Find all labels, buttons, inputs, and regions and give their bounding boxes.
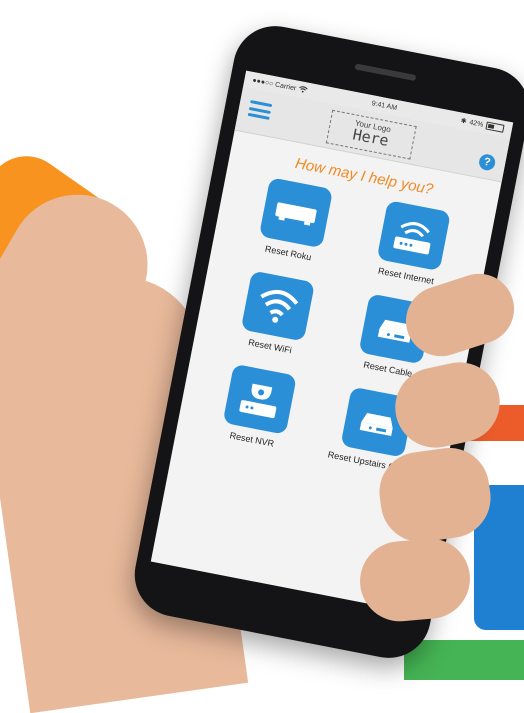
reset-nvr-label: Reset NVR (228, 430, 275, 449)
reset-internet-tile[interactable]: Reset Internet (356, 197, 469, 292)
battery-percent: 42% (468, 118, 484, 129)
battery-icon (485, 121, 505, 133)
reset-roku-label: Reset Roku (264, 243, 313, 263)
wifi-icon (240, 270, 316, 342)
router-icon (376, 200, 451, 272)
phone-speaker (354, 63, 417, 82)
green-decorative-shape (404, 640, 524, 680)
reset-nvr-tile[interactable]: Reset NVR (202, 360, 315, 455)
reset-roku-tile[interactable]: Reset Roku (238, 174, 351, 269)
hamburger-menu-button[interactable] (247, 100, 273, 120)
nvr-camera-icon (222, 363, 297, 435)
reset-internet-label: Reset Internet (377, 265, 435, 287)
status-time: 9:41 AM (371, 99, 398, 112)
logo-placeholder: Your Logo Here (325, 109, 417, 160)
wifi-signal-icon (298, 85, 309, 96)
help-button[interactable]: ? (477, 152, 497, 172)
menu-line (250, 100, 273, 108)
menu-line (248, 106, 272, 114)
reset-cable-label: Reset Cable (362, 359, 414, 379)
bluetooth-icon: ✱ (459, 117, 468, 126)
reset-wifi-tile[interactable]: Reset WiFi (220, 267, 333, 362)
reset-wifi-label: Reset WiFi (247, 337, 293, 356)
menu-line (247, 112, 270, 120)
set-top-box-icon (258, 177, 334, 249)
